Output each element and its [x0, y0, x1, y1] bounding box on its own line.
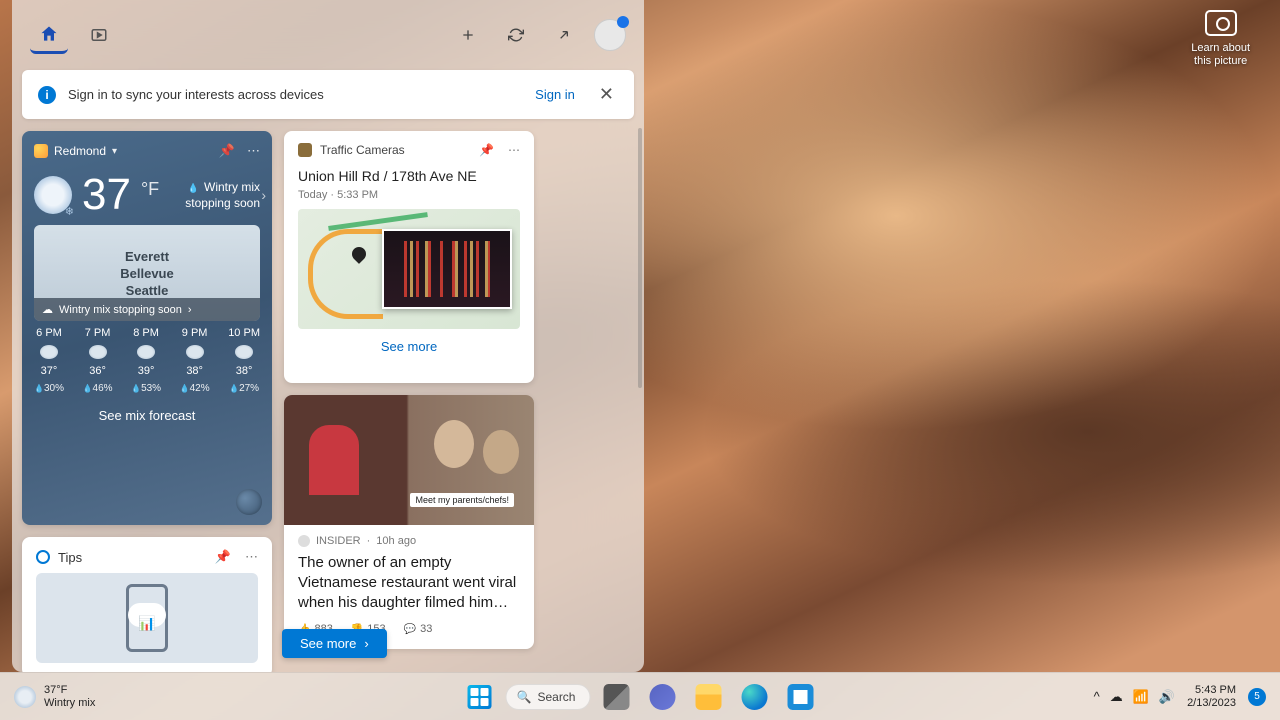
more-icon[interactable]: ⋯ [247, 143, 260, 159]
signin-banner: i Sign in to sync your interests across … [22, 70, 634, 119]
file-explorer-button[interactable] [688, 677, 728, 717]
add-widget-button[interactable] [450, 17, 486, 53]
info-icon: i [38, 86, 56, 104]
traffic-camera-thumbnail[interactable] [382, 229, 512, 309]
traffic-header: Traffic Cameras [320, 143, 405, 157]
more-icon[interactable]: ⋯ [508, 143, 520, 157]
weather-temp: 37 [82, 173, 131, 217]
hour-item[interactable]: 6 PM37°30% [34, 327, 64, 394]
tips-icon [36, 550, 50, 564]
store-button[interactable] [780, 677, 820, 717]
tips-title: Tips [58, 550, 82, 565]
profile-button[interactable] [594, 19, 626, 51]
hour-item[interactable]: 9 PM38°42% [180, 327, 210, 394]
see-more-button[interactable]: See more› [282, 629, 387, 658]
traffic-icon [298, 143, 312, 157]
tray-chevron-icon[interactable]: ^ [1094, 689, 1100, 704]
comment-count[interactable]: 33 [404, 623, 433, 635]
pin-icon[interactable]: 📌 [215, 549, 231, 565]
weather-unit: °F [141, 179, 159, 200]
wifi-icon[interactable]: 📶 [1133, 689, 1149, 705]
weather-widget[interactable]: Redmond ▾ 📌 ⋯ 37 °F Wintry mixstopping s… [22, 131, 272, 525]
spotlight-text-2: this picture [1191, 55, 1250, 68]
spotlight-camera-widget[interactable]: Learn about this picture [1191, 10, 1250, 68]
chevron-down-icon[interactable]: ▾ [112, 146, 117, 157]
refresh-button[interactable] [498, 17, 534, 53]
pin-icon[interactable]: 📌 [479, 143, 494, 157]
chevron-right-icon: › [364, 636, 368, 651]
onedrive-icon[interactable]: ☁ [1110, 689, 1123, 705]
news-source: INSIDER · 10h ago [298, 535, 520, 547]
taskbar-search[interactable]: Search [506, 684, 591, 710]
weather-map-banner: ☁ Wintry mix stopping soon › [34, 298, 260, 321]
signin-link[interactable]: Sign in [535, 87, 575, 102]
widgets-panel: i Sign in to sync your interests across … [12, 0, 644, 672]
more-icon[interactable]: ⋯ [245, 549, 258, 565]
traffic-timestamp: Today · 5:33 PM [298, 189, 520, 201]
volume-icon[interactable]: 🔊 [1159, 689, 1175, 705]
news-headline[interactable]: The owner of an empty Vietnamese restaur… [298, 553, 520, 613]
source-icon [298, 535, 310, 547]
taskbar-weather[interactable]: 37°F Wintry mix [14, 684, 95, 710]
camera-icon [1205, 10, 1237, 36]
hour-item[interactable]: 10 PM38°27% [228, 327, 260, 394]
task-view-button[interactable] [596, 677, 636, 717]
weather-condition-icon [34, 176, 72, 214]
chevron-right-icon[interactable]: › [261, 187, 266, 203]
traffic-see-more[interactable]: See more [298, 339, 520, 354]
taskbar: 37°F Wintry mix Search ^ ☁ 📶 🔊 5:43 PM2/… [0, 672, 1280, 720]
traffic-map[interactable] [298, 209, 520, 329]
widgets-header [22, 0, 634, 70]
scrollbar[interactable] [638, 128, 642, 388]
news-image-caption: Meet my parents/chefs! [410, 493, 514, 507]
system-tray[interactable]: ^ ☁ 📶 🔊 [1094, 689, 1175, 705]
news-card[interactable]: Meet my parents/chefs! INSIDER · 10h ago… [284, 395, 534, 649]
tips-illustration [36, 573, 258, 663]
home-tab[interactable] [30, 16, 68, 54]
expand-button[interactable] [546, 17, 582, 53]
signin-text: Sign in to sync your interests across de… [68, 87, 523, 102]
chat-button[interactable] [642, 677, 682, 717]
hour-item[interactable]: 7 PM36°46% [83, 327, 113, 394]
notification-badge[interactable]: 5 [1248, 688, 1266, 706]
taskbar-temp: 37°F [44, 684, 95, 697]
hour-item[interactable]: 8 PM39°53% [131, 327, 161, 394]
camera-pin-icon [349, 244, 369, 264]
weather-map[interactable]: Everett Bellevue Seattle ☁ Wintry mix st… [34, 225, 260, 321]
start-button[interactable] [460, 677, 500, 717]
weather-location: Redmond [54, 144, 106, 158]
weather-icon [14, 686, 36, 708]
see-forecast-link[interactable]: See mix forecast [34, 408, 260, 423]
hourly-forecast: 6 PM37°30% 7 PM36°46% 8 PM39°53% 9 PM38°… [34, 327, 260, 394]
watch-tab[interactable] [80, 16, 118, 54]
traffic-location: Union Hill Rd / 178th Ave NE [298, 167, 520, 185]
traffic-widget[interactable]: Traffic Cameras 📌 ⋯ Union Hill Rd / 178t… [284, 131, 534, 383]
weather-condition-text: Wintry mixstopping soon [185, 180, 260, 211]
weather-app-icon [34, 144, 48, 158]
pin-icon[interactable]: 📌 [219, 143, 235, 159]
spotlight-text-1: Learn about [1191, 42, 1250, 55]
weather-orb-icon[interactable] [236, 489, 262, 515]
tips-widget[interactable]: Tips 📌 ⋯ [22, 537, 272, 672]
taskbar-condition: Wintry mix [44, 697, 95, 710]
edge-button[interactable] [734, 677, 774, 717]
close-banner-button[interactable]: ✕ [595, 84, 618, 105]
taskbar-clock[interactable]: 5:43 PM2/13/2023 [1187, 684, 1236, 710]
news-image: Meet my parents/chefs! [284, 395, 534, 525]
